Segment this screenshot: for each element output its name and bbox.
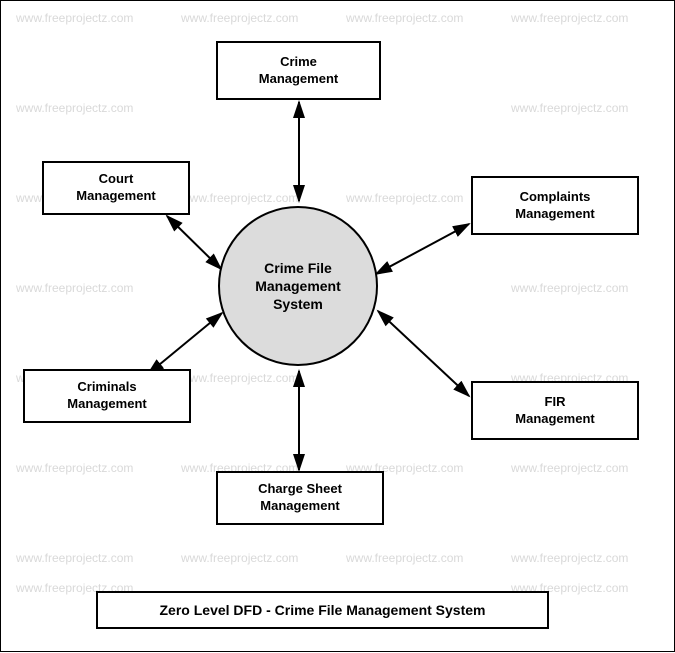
process-crime-file-system: Crime FileManagementSystem — [218, 206, 378, 366]
watermark-text: www.freeprojectz.com — [16, 101, 133, 115]
watermark-text: www.freeprojectz.com — [511, 461, 628, 475]
entity-label: CourtManagement — [76, 171, 155, 205]
entity-crime-management: CrimeManagement — [216, 41, 381, 100]
entity-label: ComplaintsManagement — [515, 189, 594, 223]
watermark-text: www.freeprojectz.com — [346, 551, 463, 565]
watermark-text: www.freeprojectz.com — [16, 11, 133, 25]
watermark-text: www.freeprojectz.com — [181, 191, 298, 205]
watermark-text: www.freeprojectz.com — [181, 371, 298, 385]
entity-court-management: CourtManagement — [42, 161, 190, 215]
bidirectional-arrow — [376, 224, 469, 274]
watermark-text: www.freeprojectz.com — [511, 11, 628, 25]
title-label: Zero Level DFD - Crime File Management S… — [160, 602, 486, 618]
diagram-title: Zero Level DFD - Crime File Management S… — [96, 591, 549, 629]
entity-fir-management: FIRManagement — [471, 381, 639, 440]
process-label: Crime FileManagementSystem — [255, 259, 341, 314]
watermark-text: www.freeprojectz.com — [181, 11, 298, 25]
bidirectional-arrow — [148, 313, 222, 374]
entity-label: CrimeManagement — [259, 54, 338, 88]
entity-label: CriminalsManagement — [67, 379, 146, 413]
watermark-text: www.freeprojectz.com — [511, 281, 628, 295]
entity-charge-sheet-management: Charge SheetManagement — [216, 471, 384, 525]
bidirectional-arrow — [167, 216, 221, 269]
entity-criminals-management: CriminalsManagement — [23, 369, 191, 423]
entity-label: Charge SheetManagement — [258, 481, 342, 515]
watermark-text: www.freeprojectz.com — [511, 551, 628, 565]
dfd-canvas: www.freeprojectz.com www.freeprojectz.com… — [0, 0, 675, 652]
bidirectional-arrow — [378, 311, 469, 396]
watermark-text: www.freeprojectz.com — [511, 101, 628, 115]
watermark-text: www.freeprojectz.com — [16, 551, 133, 565]
watermark-text: www.freeprojectz.com — [16, 461, 133, 475]
watermark-text: www.freeprojectz.com — [16, 281, 133, 295]
watermark-text: www.freeprojectz.com — [346, 191, 463, 205]
entity-label: FIRManagement — [515, 394, 594, 428]
watermark-text: www.freeprojectz.com — [346, 11, 463, 25]
watermark-text: www.freeprojectz.com — [181, 551, 298, 565]
entity-complaints-management: ComplaintsManagement — [471, 176, 639, 235]
